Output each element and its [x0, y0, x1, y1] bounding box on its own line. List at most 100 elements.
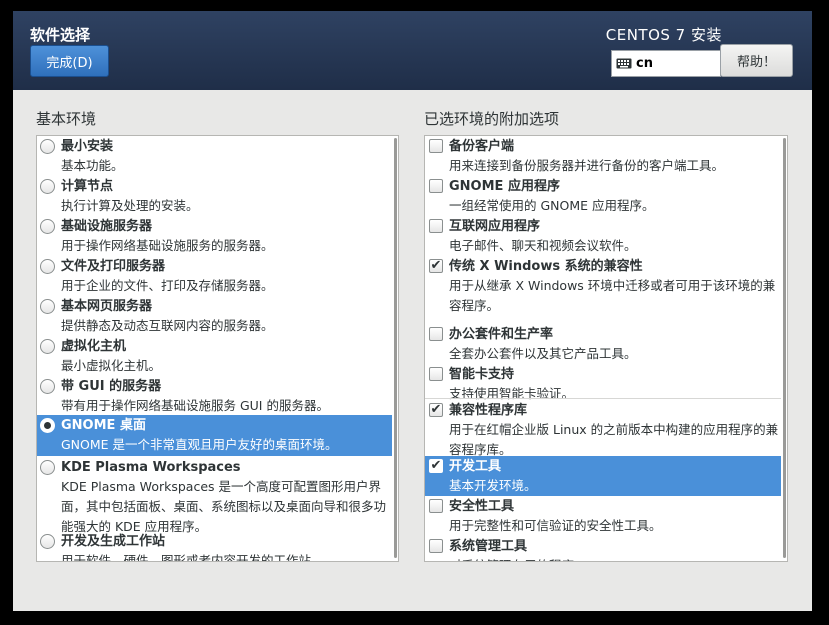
scrollbar-thumb[interactable]	[783, 138, 786, 558]
radio-button[interactable]	[40, 418, 55, 433]
option-name: 办公套件和生产率	[449, 327, 554, 342]
option-description: 用于软件、硬件、图形或者内容开发的工作站。	[61, 553, 324, 562]
option-name: 虚拟化主机	[61, 339, 127, 354]
radio-button[interactable]	[40, 460, 55, 475]
radio-button[interactable]	[40, 179, 55, 194]
done-button[interactable]: 完成(D)	[30, 45, 109, 77]
option-name: 计算节点	[61, 179, 114, 194]
product-title: CENTOS 7 安装	[605, 26, 722, 44]
environment-option[interactable]: 带 GUI 的服务器带有用于操作网络基础设施服务 GUI 的服务器。	[37, 376, 392, 415]
option-description: 执行计算及处理的安装。	[61, 198, 199, 213]
environment-option[interactable]: 基本网页服务器提供静态及动态互联网内容的服务器。	[37, 296, 392, 336]
checkbox[interactable]	[429, 219, 443, 233]
radio-button[interactable]	[40, 219, 55, 234]
option-description: 用来连接到备份服务器并进行备份的客户端工具。	[449, 158, 725, 173]
option-name: 文件及打印服务器	[61, 259, 166, 274]
addon-option[interactable]: 安全性工具用于完整性和可信验证的安全性工具。	[425, 496, 781, 536]
option-description: 基本功能。	[61, 158, 124, 173]
option-name: GNOME 应用程序	[449, 179, 560, 194]
addon-option[interactable]: ✔ 传统 X Windows 系统的兼容性用于从继承 X Windows 环境中迁…	[425, 256, 781, 324]
addon-option[interactable]: 互联网应用程序电子邮件、聊天和视频会议软件。	[425, 216, 781, 256]
checkbox[interactable]: ✔	[429, 259, 443, 273]
checkbox[interactable]	[429, 367, 443, 381]
software-selection-window: 软件选择 完成(D) CENTOS 7 安装 cn 帮助！ 基本环境 已选环境的…	[13, 11, 812, 611]
environment-option[interactable]: 最小安装 基本功能。	[37, 136, 392, 176]
environment-option[interactable]: GNOME 桌面 GNOME 是一个非常直观且用户友好的桌面环境。	[37, 415, 392, 456]
option-name: 智能卡支持	[449, 367, 515, 382]
option-description: 带有用于操作网络基础设施服务 GUI 的服务器。	[61, 398, 329, 413]
checkbox[interactable]	[429, 499, 443, 513]
checkbox[interactable]: ✔	[429, 403, 443, 417]
checkbox[interactable]	[429, 179, 443, 193]
checkbox[interactable]: ✔	[429, 459, 443, 473]
base-environment-scrollbar[interactable]	[393, 136, 398, 561]
radio-button[interactable]	[40, 139, 55, 154]
check-icon: ✔	[430, 402, 442, 417]
checkbox[interactable]	[429, 327, 443, 341]
option-description: 电子邮件、聊天和视频会议软件。	[449, 238, 637, 253]
check-icon: ✔	[430, 458, 442, 473]
radio-button[interactable]	[40, 379, 55, 394]
addon-option[interactable]: 备份客户端用来连接到备份服务器并进行备份的客户端工具。	[425, 136, 781, 176]
scrollbar-thumb[interactable]	[394, 138, 397, 558]
header-bar: 软件选择 完成(D) CENTOS 7 安装 cn 帮助！	[13, 11, 812, 90]
option-description: 对系统管理有用的程序。	[449, 556, 781, 561]
option-name: 开发及生成工作站	[61, 534, 166, 549]
environment-option[interactable]: 基础设施服务器用于操作网络基础设施服务的服务器。	[37, 216, 392, 256]
option-description: 最小虚拟化主机。	[61, 358, 162, 373]
option-description: 用于从继承 X Windows 环境中迁移或者可用于该环境的兼容程序。	[449, 278, 776, 313]
environment-option[interactable]: 开发及生成工作站用于软件、硬件、图形或者内容开发的工作站。	[37, 531, 392, 562]
base-environment-heading: 基本环境	[36, 110, 97, 128]
addons-scrollbar[interactable]	[782, 136, 787, 561]
option-description: GNOME 是一个非常直观且用户友好的桌面环境。	[61, 437, 338, 452]
option-name: 基础设施服务器	[61, 219, 153, 234]
environment-option[interactable]: KDE Plasma Workspaces KDE Plasma Workspac…	[37, 457, 392, 534]
addon-option[interactable]: ✔ 开发工具基本开发环境。	[425, 456, 781, 496]
option-name: KDE Plasma Workspaces	[61, 460, 241, 475]
option-name: 安全性工具	[449, 499, 515, 514]
addons-list[interactable]: 备份客户端 用来连接到备份服务器并进行备份的客户端工具。 GNOME 应用程序 一组经…	[424, 135, 788, 562]
option-description: 用于完整性和可信验证的安全性工具。	[449, 518, 662, 533]
check-icon: ✔	[430, 258, 442, 273]
option-description: 基本开发环境。	[449, 478, 537, 493]
option-name: 系统管理工具	[449, 539, 528, 554]
keyboard-layout-indicator[interactable]: cn	[611, 50, 721, 77]
option-description: 用于企业的文件、打印及存储服务器。	[61, 278, 274, 293]
addon-option[interactable]: ✔ 兼容性程序库用于在红帽企业版 Linux 的之前版本中构建的应用程序的兼容程序…	[425, 400, 781, 457]
environment-option[interactable]: 文件及打印服务器用于企业的文件、打印及存储服务器。	[37, 256, 392, 296]
option-name: 兼容性程序库	[449, 403, 528, 418]
addon-option[interactable]: 智能卡支持 支持使用智能卡验证。	[425, 364, 781, 401]
environment-option[interactable]: 虚拟化主机最小虚拟化主机。	[37, 336, 392, 376]
radio-button[interactable]	[40, 259, 55, 274]
option-name: 互联网应用程序	[449, 219, 541, 234]
radio-button[interactable]	[40, 534, 55, 549]
option-description: 用于操作网络基础设施服务的服务器。	[61, 238, 274, 253]
option-description: 一组经常使用的 GNOME 应用程序。	[449, 198, 655, 213]
option-name: 最小安装	[61, 139, 114, 154]
option-name: GNOME 桌面	[61, 418, 146, 433]
option-name: 带 GUI 的服务器	[61, 379, 162, 394]
group-separator	[425, 398, 781, 399]
checkbox[interactable]	[429, 539, 443, 553]
addon-option[interactable]: GNOME 应用程序一组经常使用的 GNOME 应用程序。	[425, 176, 781, 216]
addon-option[interactable]: 系统管理工具对系统管理有用的程序。	[425, 536, 781, 561]
checkbox[interactable]	[429, 139, 443, 153]
option-name: 基本网页服务器	[61, 299, 153, 314]
radio-button[interactable]	[40, 299, 55, 314]
option-description: 全套办公套件以及其它产品工具。	[449, 346, 637, 361]
option-name: 开发工具	[449, 459, 502, 474]
environment-option[interactable]: 计算节点执行计算及处理的安装。	[37, 176, 392, 216]
base-environment-list[interactable]: 最小安装基本功能。计算节点执行计算及处理的安装。 基础设施服务器用于操作网络基础设…	[36, 135, 399, 562]
page-title: 软件选择	[30, 26, 91, 44]
option-description: KDE Plasma Workspaces 是一个高度可配置图形用户界面，其中包…	[61, 479, 387, 534]
radio-button[interactable]	[40, 339, 55, 354]
option-name: 备份客户端	[449, 139, 515, 154]
keyboard-layout-label: cn	[636, 56, 653, 71]
addons-heading: 已选环境的附加选项	[424, 110, 560, 128]
option-description: 用于在红帽企业版 Linux 的之前版本中构建的应用程序的兼容程序库。	[449, 422, 779, 457]
help-button[interactable]: 帮助！	[720, 44, 793, 77]
addon-option[interactable]: 办公套件和生产率全套办公套件以及其它产品工具。	[425, 324, 781, 364]
keyboard-icon	[616, 58, 632, 69]
option-description: 提供静态及动态互联网内容的服务器。	[61, 318, 274, 333]
option-name: 传统 X Windows 系统的兼容性	[449, 259, 643, 274]
